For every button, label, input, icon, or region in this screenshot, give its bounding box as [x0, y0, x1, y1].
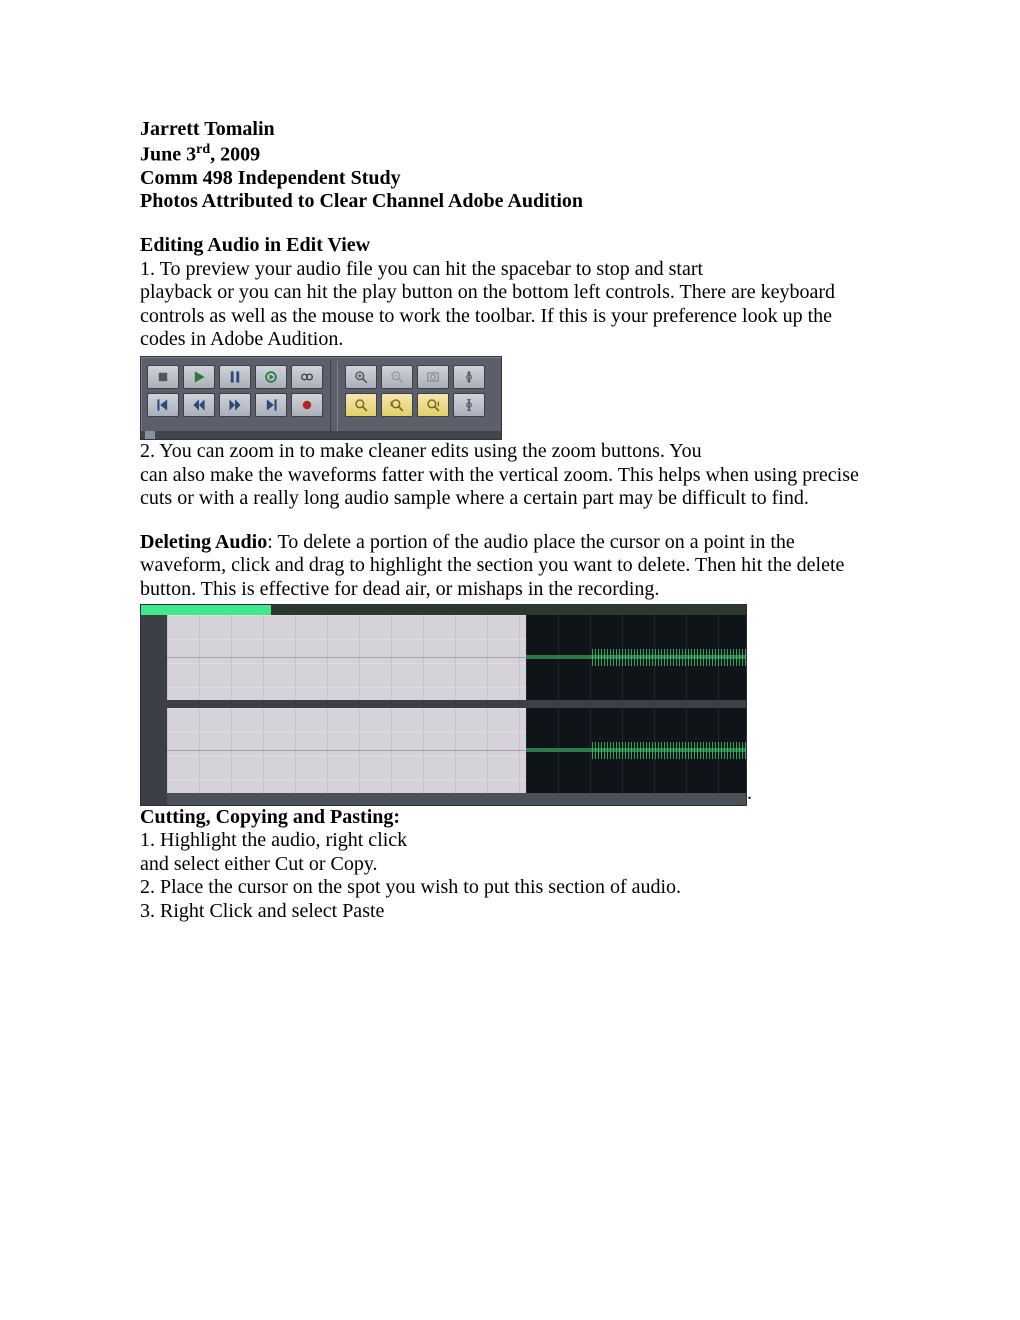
play-button[interactable] [183, 365, 215, 389]
go-to-end-button[interactable] [255, 393, 287, 417]
toolbar-scroll-track [141, 431, 501, 439]
zoom-in-left-button[interactable] [381, 393, 413, 417]
fast-forward-button[interactable] [219, 393, 251, 417]
deleting-audio-paragraph: Deleting Audio: To delete a portion of t… [140, 531, 880, 602]
play-looped-button[interactable] [255, 365, 287, 389]
overview-visible-region[interactable] [141, 605, 271, 615]
zoom-group [339, 357, 491, 439]
loop-button[interactable] [291, 365, 323, 389]
time-ruler[interactable] [167, 793, 746, 805]
transport-toolbar-panel [140, 356, 502, 440]
zoom-to-selection-button[interactable] [345, 393, 377, 417]
photo-attribution: Photos Attributed to Clear Channel Adobe… [140, 190, 880, 214]
ccp-step-2: 2. Place the cursor on the spot you wish… [140, 876, 880, 900]
record-button[interactable] [291, 393, 323, 417]
document-date: June 3rd, 2009 [140, 142, 880, 167]
go-to-start-button[interactable] [147, 393, 179, 417]
zoom-vertical-out-button[interactable] [453, 393, 485, 417]
waveform-overview[interactable] [141, 605, 746, 615]
author-name: Jarrett Tomalin [140, 118, 880, 142]
stop-button[interactable] [147, 365, 179, 389]
zoom-full-button[interactable] [417, 365, 449, 389]
course-title: Comm 498 Independent Study [140, 167, 880, 191]
toolbar-divider [330, 361, 338, 435]
ccp-step-1b: and select either Cut or Copy. [140, 853, 880, 877]
waveform-editor-panel [140, 604, 747, 806]
section-title-editing: Editing Audio in Edit View [140, 234, 880, 258]
rewind-button[interactable] [183, 393, 215, 417]
section-title-ccp: Cutting, Copying and Pasting: [140, 806, 880, 830]
channel-separator [167, 700, 746, 708]
ccp-step-1a: 1. Highlight the audio, right click [140, 829, 880, 853]
zoom-out-button[interactable] [381, 365, 413, 389]
zoom-in-right-button[interactable] [417, 393, 449, 417]
step-1: 1. To preview your audio file you can hi… [140, 258, 880, 282]
step-1-cont: playback or you can hit the play button … [140, 281, 880, 352]
amplitude-ruler [141, 615, 167, 805]
waveform-selection[interactable] [167, 708, 526, 793]
step-2: 2. You can zoom in to make cleaner edits… [140, 440, 880, 464]
pause-button[interactable] [219, 365, 251, 389]
deleting-audio-label: Deleting Audio [140, 531, 267, 553]
waveform-selection[interactable] [167, 615, 526, 700]
zoom-vertical-in-button[interactable] [453, 365, 485, 389]
waveform-unselected[interactable] [526, 615, 746, 700]
waveform-track-left[interactable] [167, 615, 746, 700]
zoom-in-button[interactable] [345, 365, 377, 389]
toolbar-scroll-thumb[interactable] [145, 431, 155, 439]
waveform-unselected[interactable] [526, 708, 746, 793]
transport-group [141, 357, 329, 439]
step-2-cont: can also make the waveforms fatter with … [140, 464, 880, 511]
trailing-period: . [747, 782, 752, 806]
waveform-track-right[interactable] [167, 708, 746, 793]
ccp-step-3: 3. Right Click and select Paste [140, 900, 880, 924]
